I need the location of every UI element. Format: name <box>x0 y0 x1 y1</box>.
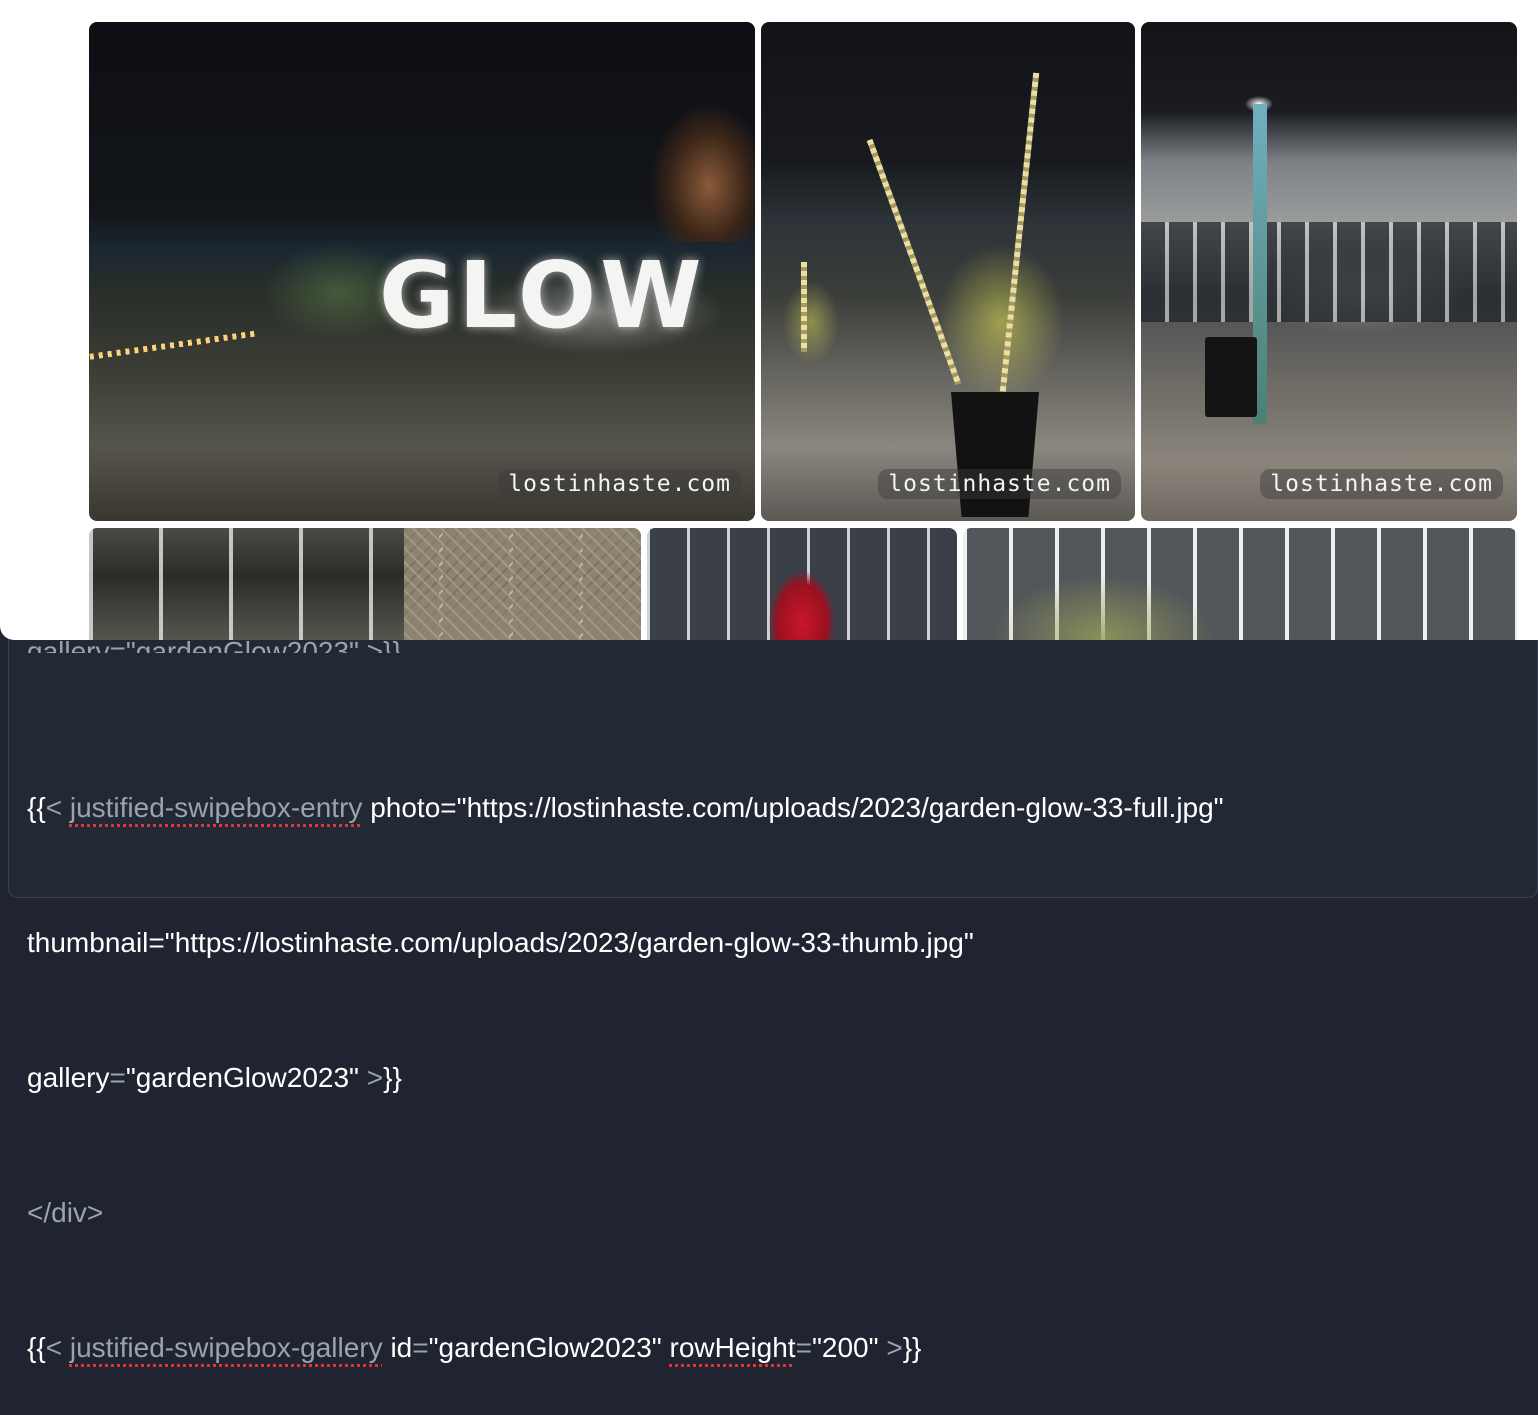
code-token: }} <box>383 1062 402 1093</box>
photo-watermark: lostinhaste.com <box>1260 469 1503 499</box>
code-text[interactable]: gallery="gardenGlow2023" >}} {{< justifi… <box>27 636 1224 1415</box>
code-token: gallery="gardenGlow2023" >}} <box>27 636 402 653</box>
tree-shape <box>649 102 755 242</box>
code-token: = <box>412 1332 429 1363</box>
photo-watermark: lostinhaste.com <box>498 469 741 499</box>
code-token: < <box>45 792 63 823</box>
lit-branch <box>801 262 807 352</box>
code-line-1[interactable]: {{< justified-swipebox-entry photo="http… <box>27 785 1224 830</box>
code-token: thumbnail <box>27 927 149 958</box>
shortcode-name: justified-swipebox-gallery <box>69 1332 383 1363</box>
code-line-5[interactable]: {{< justified-swipebox-gallery id="garde… <box>27 1325 1224 1370</box>
code-token: </div> <box>27 1197 104 1228</box>
lit-branch <box>998 72 1040 402</box>
code-token: "gardenGlow2023" <box>125 1062 359 1093</box>
code-line-4[interactable]: </div> <box>27 1190 1224 1235</box>
code-token: ="https://lostinhaste.com/uploads/2023/g… <box>148 927 974 958</box>
code-token: {{ <box>27 792 46 823</box>
trash-bin <box>1205 337 1257 417</box>
gallery-preview: GLOW lostinhaste.com lostinhaste.com los… <box>0 0 1538 640</box>
code-token: photo <box>370 792 441 823</box>
code-line-partial: gallery="gardenGlow2023" >}} <box>27 629 402 653</box>
code-token: }} <box>902 1332 922 1363</box>
code-line-3[interactable]: gallery="gardenGlow2023" >}} <box>27 1055 1224 1100</box>
code-line-2[interactable]: thumbnail="https://lostinhaste.com/uploa… <box>27 920 1224 965</box>
code-token: id <box>390 1332 413 1363</box>
code-token: rowHeight <box>669 1332 796 1363</box>
gallery-photo-glow-sign[interactable]: GLOW lostinhaste.com <box>89 22 755 521</box>
glow-sign-letters: GLOW <box>379 242 706 349</box>
mesh-panel <box>404 528 641 640</box>
code-token: gallery <box>27 1062 110 1093</box>
code-token: "gardenGlow2023" <box>428 1332 662 1363</box>
code-token: > <box>886 1332 903 1363</box>
photo-watermark: lostinhaste.com <box>878 469 1121 499</box>
lit-branch <box>866 138 962 386</box>
code-token: ="https://lostinhaste.com/uploads/2023/g… <box>440 792 1224 823</box>
gallery-photo-greenhouse-mesh[interactable] <box>89 528 641 640</box>
code-token: < <box>45 1332 63 1363</box>
code-token: {{ <box>27 1332 46 1363</box>
code-token: = <box>109 1062 126 1093</box>
gallery-photo-planter[interactable]: lostinhaste.com <box>761 22 1135 521</box>
gallery-photo-lamppost[interactable]: lostinhaste.com <box>1141 22 1517 521</box>
gallery-photo-poinsettia-tree[interactable] <box>647 528 957 640</box>
code-token: > <box>366 1062 384 1093</box>
shortcode-name: justified-swipebox-entry <box>69 792 363 823</box>
building-windows <box>1141 222 1517 322</box>
code-token: "200" <box>811 1332 879 1363</box>
code-token: = <box>795 1332 812 1363</box>
string-lights <box>89 330 259 360</box>
gallery-photo-grasses[interactable] <box>963 528 1517 640</box>
